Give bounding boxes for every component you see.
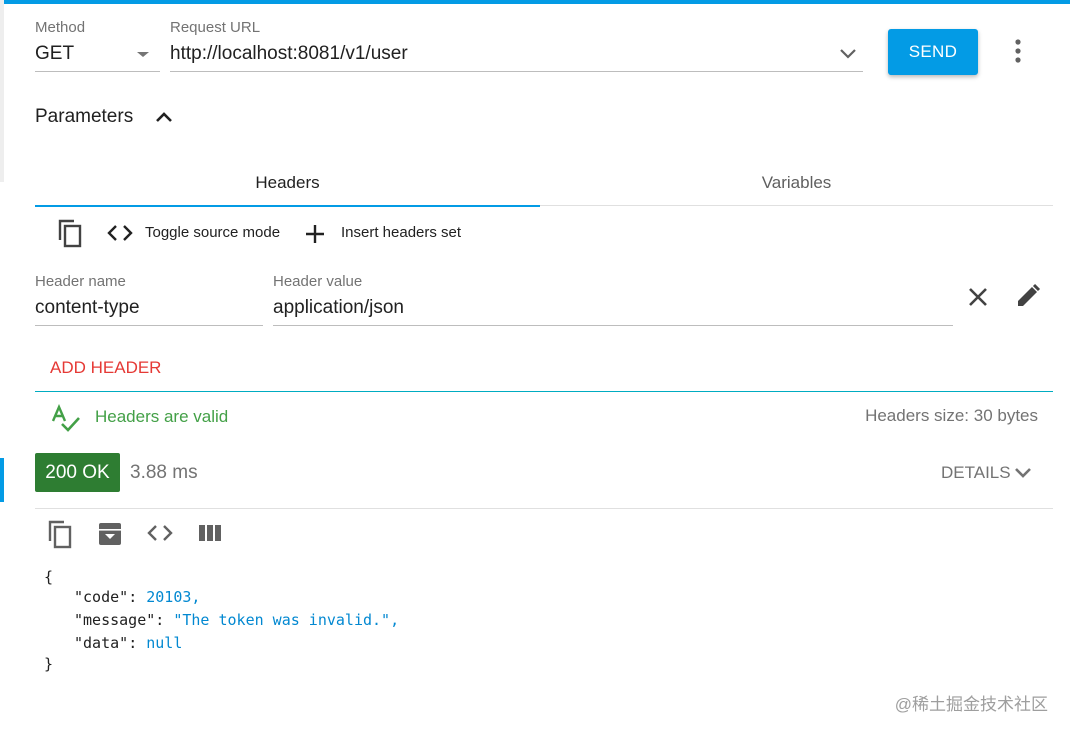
method-select[interactable]: GET: [35, 38, 160, 72]
parameters-title: Parameters: [35, 106, 134, 127]
url-underline: [170, 71, 863, 72]
archive-icon[interactable]: [97, 521, 123, 547]
watermark: @稀土掘金技术社区: [894, 695, 1048, 714]
method-underline: [35, 71, 160, 72]
chevron-down-icon: [1015, 468, 1031, 478]
tab-headers[interactable]: Headers: [35, 160, 540, 206]
top-accent-bar: [0, 0, 1070, 4]
json-value: 20103: [146, 588, 192, 606]
copy-icon[interactable]: [56, 218, 84, 248]
header-value-underline: [273, 325, 953, 326]
send-button[interactable]: SEND: [888, 29, 978, 75]
more-vert-icon[interactable]: [1008, 38, 1028, 64]
json-open-brace: {: [44, 568, 54, 586]
details-toggle[interactable]: DETAILS: [941, 462, 1036, 486]
json-key: "data": [74, 634, 129, 652]
tab-active-indicator: [35, 205, 540, 207]
plus-icon: [306, 225, 324, 243]
json-close-brace: }: [44, 655, 54, 673]
json-comma: ,: [191, 588, 201, 606]
spellcheck-icon: [51, 404, 80, 432]
json-line: "code": 20103,: [74, 588, 201, 606]
chevron-up-icon: [156, 112, 172, 122]
url-input[interactable]: http://localhost:8081/v1/user: [170, 38, 863, 72]
chevron-down-icon: [137, 52, 149, 57]
parameters-toggle[interactable]: Parameters: [35, 104, 185, 132]
json-key: "message": [74, 611, 156, 629]
url-value: http://localhost:8081/v1/user: [170, 43, 408, 64]
left-panel-edge: [0, 0, 4, 182]
header-value-label: Header value: [273, 273, 363, 290]
header-name-underline: [35, 325, 263, 326]
header-name-value: content-type: [35, 297, 140, 318]
left-panel-selection-marker: [0, 458, 4, 502]
header-value-value: application/json: [273, 297, 404, 318]
json-value: "The token was invalid.": [173, 611, 391, 629]
headers-section-divider: [35, 391, 1053, 392]
toggle-source-label: Toggle source mode: [145, 224, 281, 241]
header-name-input[interactable]: content-type: [35, 292, 263, 326]
columns-icon[interactable]: [198, 523, 222, 543]
header-value-input[interactable]: application/json: [273, 292, 953, 326]
edit-icon[interactable]: [1015, 283, 1041, 309]
json-value: null: [146, 634, 183, 652]
chevron-down-icon[interactable]: [838, 46, 858, 62]
add-header-button[interactable]: ADD HEADER: [50, 358, 161, 378]
details-label: DETAILS: [941, 463, 1011, 482]
headers-valid-status: Headers are valid: [95, 407, 229, 426]
status-badge: 200 OK: [35, 453, 120, 492]
response-time: 3.88 ms: [130, 462, 198, 483]
json-line: "data": null: [74, 634, 183, 652]
toggle-source-button[interactable]: Toggle source mode: [106, 218, 286, 248]
code-icon: [107, 225, 133, 241]
method-label: Method: [35, 19, 86, 36]
code-icon[interactable]: [146, 522, 174, 544]
json-line: "message": "The token was invalid.",: [74, 611, 400, 629]
insert-headers-set-button[interactable]: Insert headers set: [303, 218, 468, 248]
header-name-label: Header name: [35, 273, 126, 290]
close-icon[interactable]: [966, 285, 990, 309]
method-value: GET: [35, 43, 75, 64]
json-comma: ,: [390, 611, 400, 629]
headers-size: Headers size: 30 bytes: [865, 406, 1038, 425]
url-label: Request URL: [170, 19, 261, 36]
response-divider: [35, 508, 1053, 509]
copy-icon[interactable]: [46, 519, 74, 549]
insert-headers-set-label: Insert headers set: [341, 224, 462, 241]
json-key: "code": [74, 588, 129, 606]
tab-variables[interactable]: Variables: [540, 160, 1053, 206]
